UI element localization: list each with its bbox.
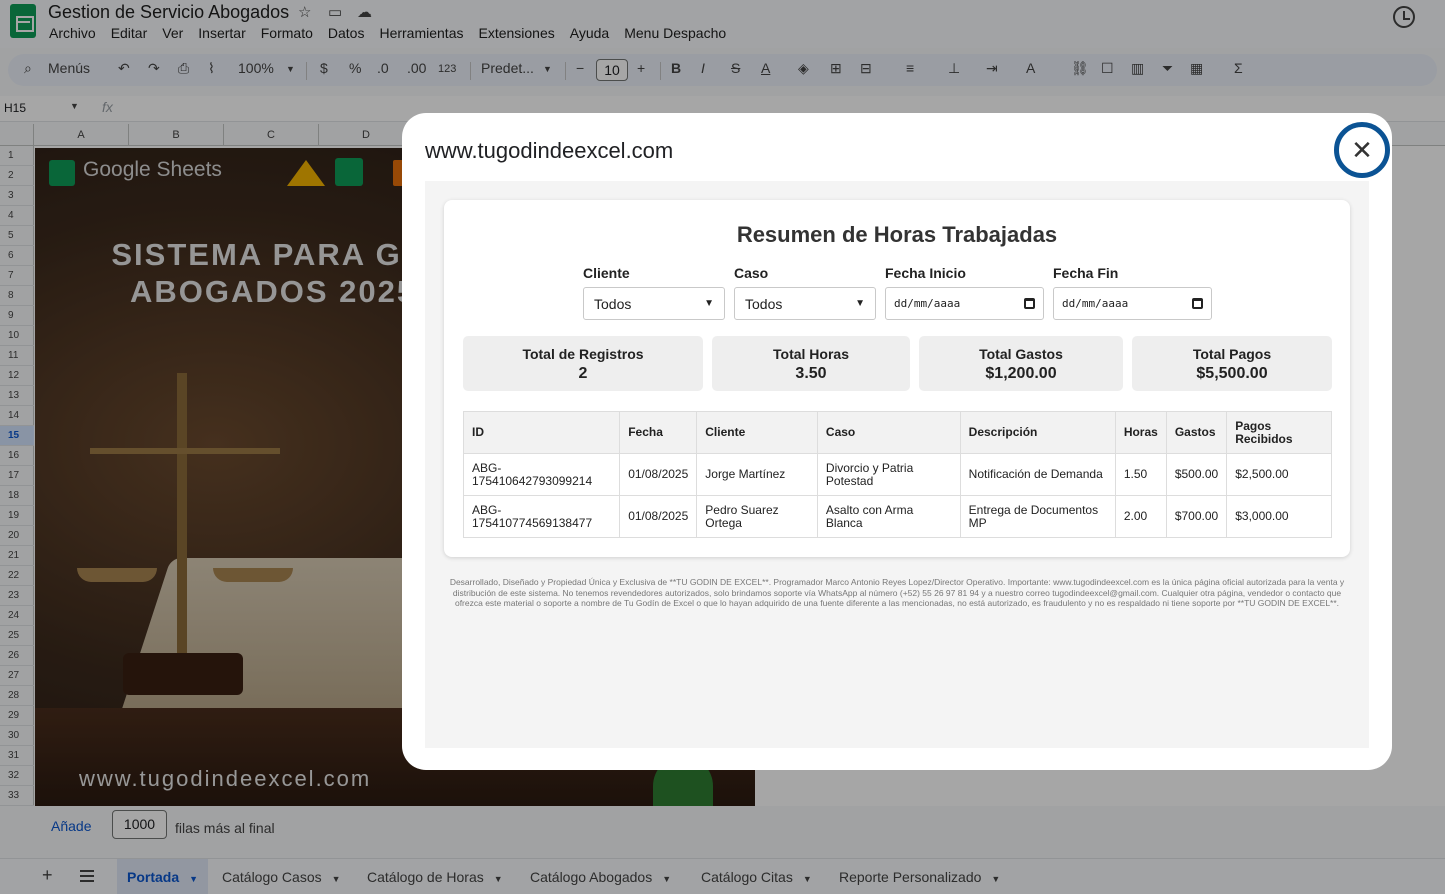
filter-fecha-inicio: Fecha Inicio dd/mm/aaaa (885, 265, 1044, 320)
select-value: Todos (745, 295, 783, 312)
stat-total-gastos: Total Gastos $1,200.00 (919, 336, 1123, 391)
table-cell: $500.00 (1165, 453, 1228, 496)
date-placeholder: dd/mm/aaaa (1062, 297, 1129, 310)
table-row: ABG-175410774569138477 01/08/2025 Pedro … (462, 495, 1332, 538)
hours-table: ID Fecha Cliente Caso Descripción Horas … (462, 411, 1332, 538)
stat-value: 2 (578, 365, 588, 382)
column-header: Cliente (696, 411, 818, 454)
stat-value: $5,500.00 (1196, 365, 1268, 382)
filter-label: Cliente (583, 265, 630, 281)
calendar-icon[interactable] (1192, 298, 1203, 309)
column-header: Descripción (959, 411, 1116, 454)
stat-label: Total de Registros (522, 346, 644, 362)
table-header-row: ID Fecha Cliente Caso Descripción Horas … (462, 411, 1332, 454)
table-cell: Notificación de Demanda (959, 453, 1116, 496)
caso-select[interactable]: Todos ▼ (734, 287, 876, 320)
stat-label: Total Pagos (1192, 346, 1272, 362)
table-row: ABG-175410642793099214 01/08/2025 Jorge … (462, 453, 1332, 496)
filter-fecha-fin: Fecha Fin dd/mm/aaaa (1053, 265, 1212, 320)
legal-footer: Desarrollado, Diseñado y Propiedad Única… (449, 577, 1345, 608)
summary-title: Resumen de Horas Trabajadas (736, 222, 1058, 247)
filter-label: Fecha Inicio (885, 265, 966, 281)
column-header: Pagos Recibidos (1226, 411, 1332, 454)
table-cell: Entrega de Documentos MP (959, 495, 1116, 538)
table-cell: $2,500.00 (1226, 453, 1332, 496)
filter-label: Caso (734, 265, 769, 281)
chevron-down-icon: ▼ (855, 298, 865, 309)
fecha-inicio-input[interactable]: dd/mm/aaaa (885, 287, 1044, 320)
select-value: Todos (594, 295, 632, 312)
table-cell: $700.00 (1165, 495, 1228, 538)
chevron-down-icon: ▼ (704, 298, 714, 309)
table-cell: Asalto con Arma Blanca (816, 495, 961, 538)
date-placeholder: dd/mm/aaaa (894, 297, 961, 310)
close-icon: ✕ (1351, 135, 1373, 165)
stat-total-registros: Total de Registros 2 (463, 336, 703, 391)
calendar-icon[interactable] (1024, 298, 1035, 309)
table-cell: 01/08/2025 (619, 453, 698, 496)
stat-value: $1,200.00 (985, 365, 1057, 382)
dialog: www.tugodindeexcel.com ✕ Resumen de Hora… (402, 113, 1392, 770)
column-header: ID (462, 411, 621, 454)
table-cell: 2.00 (1114, 495, 1167, 538)
table-cell: $3,000.00 (1226, 495, 1332, 538)
stat-total-pagos: Total Pagos $5,500.00 (1132, 336, 1332, 391)
stat-total-horas: Total Horas 3.50 (712, 336, 910, 391)
stat-label: Total Gastos (979, 346, 1063, 362)
close-button[interactable]: ✕ (1334, 122, 1390, 178)
table-cell: Divorcio y Patria Potestad (816, 453, 961, 496)
cliente-select[interactable]: Todos ▼ (583, 287, 725, 320)
stat-value: 3.50 (795, 365, 827, 382)
table-cell: ABG-175410642793099214 (462, 453, 621, 496)
table-cell: Pedro Suarez Ortega (696, 495, 818, 538)
column-header: Fecha (619, 411, 698, 454)
column-header: Horas (1114, 411, 1167, 454)
table-cell: 01/08/2025 (619, 495, 698, 538)
fecha-fin-input[interactable]: dd/mm/aaaa (1053, 287, 1212, 320)
column-header: Caso (816, 411, 961, 454)
table-cell: 1.50 (1114, 453, 1167, 496)
filter-cliente: Cliente Todos ▼ (583, 265, 725, 320)
summary-card: Resumen de Horas Trabajadas Cliente Todo… (444, 200, 1350, 557)
dialog-content: Resumen de Horas Trabajadas Cliente Todo… (425, 181, 1369, 748)
table-cell: ABG-175410774569138477 (462, 495, 621, 538)
dialog-url-title: www.tugodindeexcel.com (425, 138, 674, 163)
stat-label: Total Horas (773, 346, 849, 362)
column-header: Gastos (1165, 411, 1228, 454)
filter-caso: Caso Todos ▼ (734, 265, 876, 320)
filter-label: Fecha Fin (1053, 265, 1119, 281)
table-cell: Jorge Martínez (696, 453, 818, 496)
